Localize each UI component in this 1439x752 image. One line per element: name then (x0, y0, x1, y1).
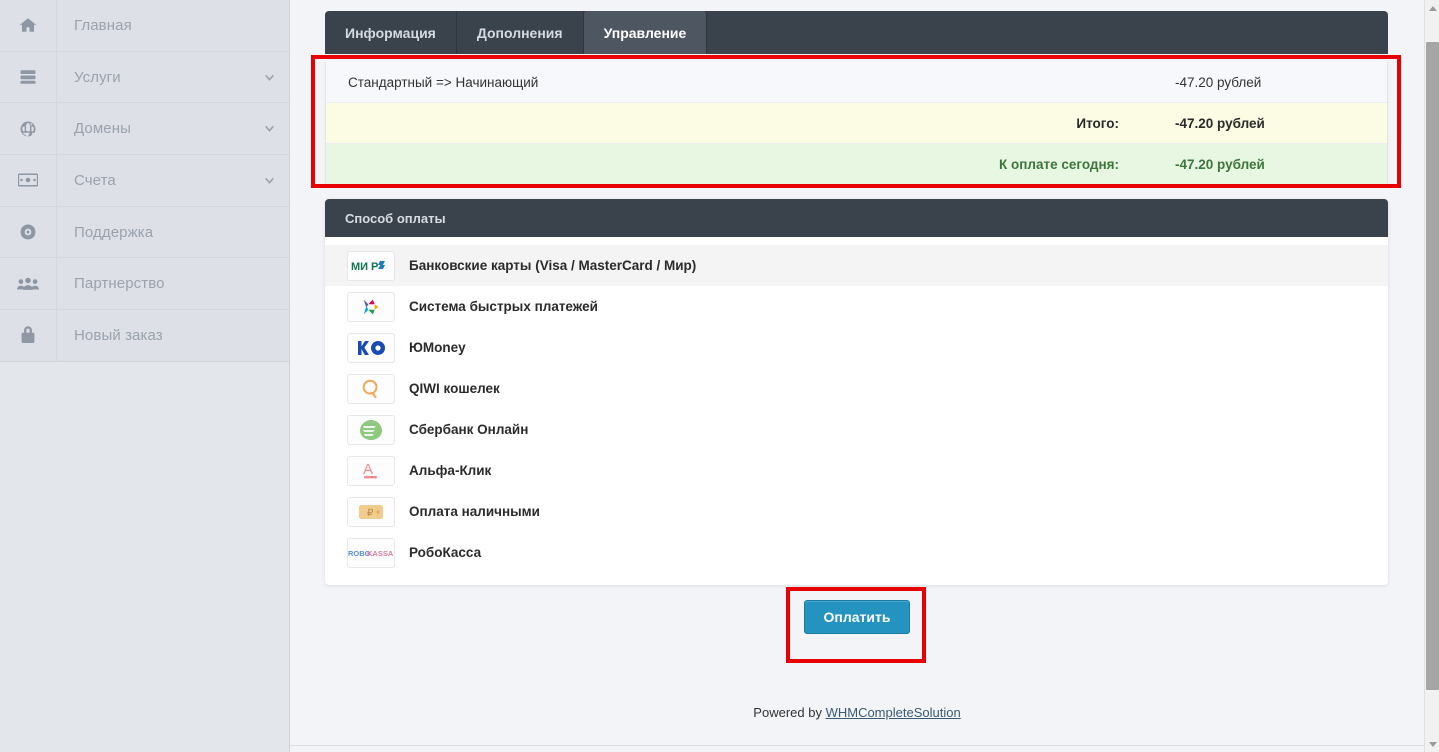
payment-method-label: РобоКасса (409, 545, 482, 560)
summary-row-due-today: К оплате сегодня: -47.20 рублей (326, 144, 1387, 185)
summary-item-amount: -47.20 рублей (1175, 74, 1262, 90)
payment-method-list: МИ Р Банковские карты (Visa / MasterCard … (325, 237, 1388, 585)
payment-method-cash[interactable]: ₽ Оплата наличными (325, 491, 1388, 532)
vertical-scrollbar[interactable] (1424, 0, 1439, 752)
payment-method-qiwi[interactable]: QIWI кошелек (325, 368, 1388, 409)
payment-method-label: QIWI кошелек (409, 381, 500, 396)
sidebar-item-support[interactable]: Поддержка (0, 206, 289, 259)
sidebar-item-new-order[interactable]: Новый заказ (0, 310, 289, 362)
scroll-down-arrow-icon[interactable] (1425, 736, 1439, 752)
summary-total-label: Итого: (1076, 115, 1119, 131)
payment-method-label: ЮMoney (409, 340, 466, 355)
sidebar-item-label: Поддержка (74, 223, 154, 241)
robokassa-logo-icon: ROBO KASSA (347, 537, 395, 568)
payment-method-label: Система быстрых платежей (409, 299, 598, 314)
payment-method-label: Сбербанк Онлайн (409, 422, 529, 437)
tab-label: Дополнения (476, 24, 563, 41)
payment-method-label: Банковские карты (Visa / MasterCard / Ми… (409, 258, 697, 273)
payment-method-panel: Способ оплаты МИ Р Банковские карты (Visa… (325, 199, 1388, 585)
summary-total-amount: -47.20 рублей (1175, 115, 1265, 131)
sidebar: Главная Услуги Домены Счета Поддержка Па… (0, 0, 290, 752)
pay-button[interactable]: Оплатить (803, 600, 911, 634)
chevron-down-icon[interactable] (249, 122, 289, 135)
payment-method-bank-cards[interactable]: МИ Р Банковские карты (Visa / MasterCard … (325, 245, 1388, 286)
main-content: Информация Дополнения Управление Стандар… (290, 0, 1424, 752)
tab-label: Управление (603, 24, 687, 41)
cash-logo-icon: ₽ (347, 496, 395, 527)
sidebar-item-label: Главная (74, 16, 132, 34)
payment-panel-title: Способ оплаты (345, 210, 446, 226)
sidebar-empty-area (0, 361, 289, 752)
svg-text:KASSA: KASSA (367, 549, 394, 558)
sidebar-item-label: Партнерство (74, 275, 165, 293)
scroll-up-arrow-icon[interactable] (1425, 0, 1439, 16)
footer-whmcs-link[interactable]: WHMCompleteSolution (826, 705, 961, 720)
svg-text:₽: ₽ (367, 508, 374, 519)
users-icon (0, 258, 57, 310)
tab-information[interactable]: Информация (325, 11, 457, 54)
payment-panel-header: Способ оплаты (325, 199, 1388, 237)
yoomoney-logo-icon (347, 332, 395, 363)
sberbank-logo-icon (347, 414, 395, 445)
sbp-logo-icon (347, 291, 395, 322)
svg-text:МИ: МИ (351, 261, 368, 273)
svg-text:A: A (363, 461, 373, 478)
sidebar-item-billing[interactable]: Счета (0, 155, 289, 207)
chevron-down-icon[interactable] (249, 71, 289, 84)
sidebar-item-affiliates[interactable]: Партнерство (0, 258, 289, 311)
payment-method-alfaclick[interactable]: A Альфа-Клик (325, 450, 1388, 491)
payment-method-yoomoney[interactable]: ЮMoney (325, 327, 1388, 368)
sidebar-item-label: Услуги (74, 68, 121, 86)
mir-logo-icon: МИ Р (347, 250, 395, 281)
order-summary-panel: Стандартный => Начинающий -47.20 рублей … (325, 62, 1388, 186)
sidebar-item-label: Счета (74, 171, 116, 189)
globe-icon (0, 103, 57, 155)
home-icon (0, 0, 57, 51)
lifebuoy-icon (0, 206, 57, 258)
scrollbar-thumb[interactable] (1426, 42, 1439, 690)
lock-icon (0, 310, 57, 361)
payment-method-label: Оплата наличными (409, 504, 540, 519)
summary-row-total: Итого: -47.20 рублей (326, 103, 1387, 144)
tab-addons[interactable]: Дополнения (457, 11, 584, 54)
pay-button-container: Оплатить (290, 600, 1424, 634)
server-icon (0, 51, 57, 103)
qiwi-logo-icon (347, 373, 395, 404)
svg-text:Р: Р (371, 261, 378, 273)
footer-powered-by-text: Powered by (753, 705, 822, 720)
chevron-down-icon[interactable] (249, 174, 289, 187)
summary-item-description: Стандартный => Начинающий (348, 74, 539, 90)
footer: Powered by WHMCompleteSolution (290, 705, 1424, 720)
banknote-icon (0, 155, 57, 206)
summary-due-label: К оплате сегодня: (999, 157, 1119, 172)
tab-label: Информация (345, 24, 436, 41)
tab-bar: Информация Дополнения Управление (325, 11, 1388, 54)
alfabank-logo-icon: A (347, 455, 395, 486)
tab-management[interactable]: Управление (583, 11, 708, 54)
page-root: Главная Услуги Домены Счета Поддержка Па… (0, 0, 1439, 752)
payment-method-label: Альфа-Клик (409, 463, 492, 478)
payment-method-sberbank[interactable]: Сбербанк Онлайн (325, 409, 1388, 450)
sidebar-item-label: Новый заказ (74, 326, 163, 344)
payment-method-robokassa[interactable]: ROBO KASSA РобоКасса (325, 532, 1388, 573)
summary-row-item: Стандартный => Начинающий -47.20 рублей (326, 62, 1387, 103)
sidebar-item-services[interactable]: Услуги (0, 51, 289, 104)
sidebar-item-label: Домены (74, 120, 131, 138)
payment-method-sbp[interactable]: Система быстрых платежей (325, 286, 1388, 327)
summary-due-amount: -47.20 рублей (1175, 157, 1265, 172)
sidebar-item-home[interactable]: Главная (0, 0, 289, 52)
footer-divider (290, 745, 1424, 746)
sidebar-item-domains[interactable]: Домены (0, 103, 289, 156)
